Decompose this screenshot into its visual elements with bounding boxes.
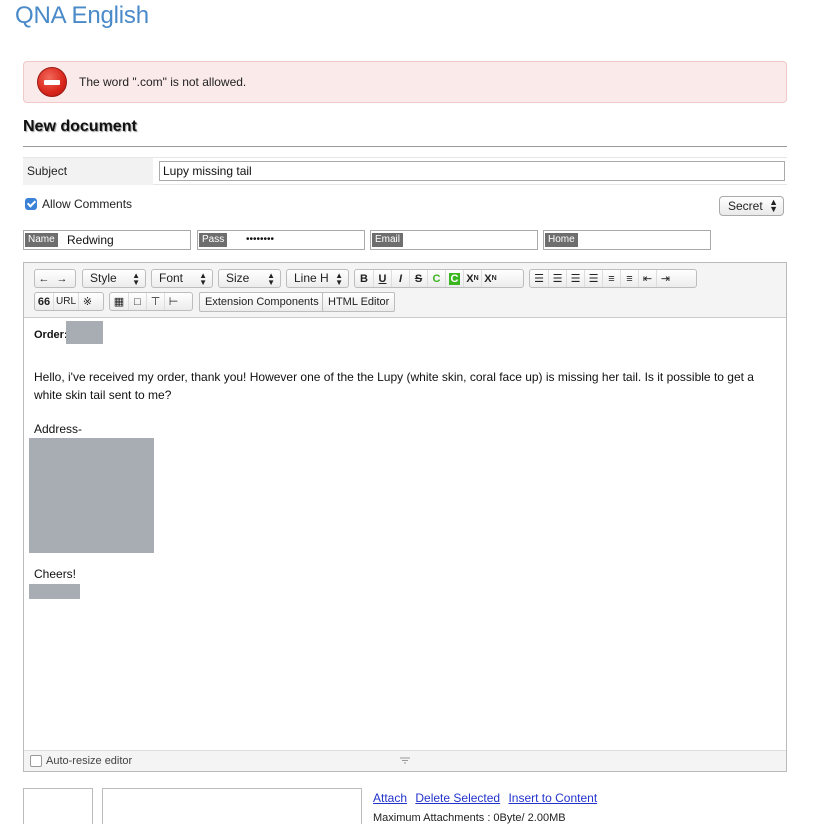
auto-resize-label: Auto-resize editor (46, 755, 133, 767)
message-paragraph: Hello, i've received my order, thank you… (34, 370, 754, 402)
error-alert: The word ".com" is not allowed. (23, 61, 787, 103)
outdent-icon[interactable]: ⇤ (638, 270, 656, 287)
insert-group: 66 URL ※ (34, 292, 104, 311)
extension-components-button[interactable]: Extension Components (199, 292, 325, 312)
editor-toolbar: ← → Style ▲ ▼ Font ▲ ▼ Size ▲ ▼ Line H ▲ ▼ B U I… (24, 263, 786, 318)
strike-button[interactable]: S (409, 270, 427, 287)
site-title[interactable]: QNA English (15, 2, 149, 30)
redacted-address (29, 438, 154, 553)
html-editor-button[interactable]: HTML Editor (322, 292, 396, 312)
attachment-list[interactable] (102, 788, 362, 824)
align-justify-icon[interactable]: ☰ (584, 270, 602, 287)
redacted-signature (29, 584, 80, 599)
superscript-button[interactable]: XN (463, 270, 481, 287)
style-select[interactable]: Style ▲ ▼ (82, 269, 146, 288)
home-tag: Home (545, 233, 578, 247)
format-group: B U I S C C XN XN (354, 269, 524, 288)
no-entry-icon (37, 67, 67, 97)
url-button[interactable]: URL (53, 293, 78, 310)
allow-comments-label: Allow Comments (42, 197, 133, 211)
email-field[interactable]: Email (370, 230, 538, 250)
password-field[interactable]: Pass •••••••• (197, 230, 365, 250)
insert-to-content-link[interactable]: Insert to Content (508, 791, 597, 805)
auto-resize-checkbox[interactable] (30, 755, 42, 767)
select-arrows-icon: ▲ ▼ (132, 271, 140, 287)
attachment-preview (23, 788, 93, 824)
page-title: New document (23, 118, 137, 135)
order-label: Order: (34, 329, 68, 341)
alert-message: The word ".com" is not allowed. (79, 75, 247, 89)
size-select[interactable]: Size ▲ ▼ (218, 269, 281, 288)
font-color-button[interactable]: C (427, 270, 445, 287)
align-right-icon[interactable]: ☰ (566, 270, 584, 287)
ordered-list-icon[interactable]: ≡ (602, 270, 620, 287)
redo-icon[interactable]: → (53, 270, 71, 287)
name-field[interactable]: Name Redwing (23, 230, 191, 250)
subject-input[interactable] (159, 161, 785, 181)
email-tag: Email (372, 233, 404, 247)
allow-comments-option[interactable]: Allow Comments (25, 197, 132, 211)
bold-button[interactable]: B (355, 270, 373, 287)
align-left-icon[interactable]: ☰ (530, 270, 548, 287)
select-arrows-icon: ▲ ▼ (199, 271, 207, 287)
resize-grip-icon[interactable] (400, 757, 410, 764)
indent-icon[interactable]: ⇥ (656, 270, 674, 287)
superscript-icon: X (466, 272, 474, 285)
quote-button[interactable]: 66 (35, 293, 53, 310)
redacted-order-number (66, 321, 103, 344)
closing-text: Cheers! (34, 567, 77, 581)
select-arrows-icon: ▲ ▼ (267, 271, 275, 287)
allow-comments-checkbox[interactable] (25, 198, 37, 210)
select-arrows-icon: ▲ ▼ (769, 197, 778, 214)
max-attachments-info: Maximum Attachments : 0Byte/ 2.00MB (373, 812, 566, 824)
font-select[interactable]: Font ▲ ▼ (151, 269, 213, 288)
rich-text-editor: ← → Style ▲ ▼ Font ▲ ▼ Size ▲ ▼ Line H ▲ ▼ B U I… (23, 262, 787, 772)
secret-select[interactable]: Secret ▲ ▼ (719, 196, 784, 216)
table-group: ▦ □ ⊤ ⊢ (109, 292, 193, 311)
name-tag: Name (25, 233, 58, 247)
pass-tag: Pass (199, 233, 228, 247)
attachment-actions: Attach Delete Selected Insert to Content (373, 791, 602, 805)
rows-icon[interactable]: ⊢ (164, 293, 182, 310)
subscript-icon: X (484, 272, 492, 285)
bg-color-icon: C (448, 272, 461, 285)
attach-link[interactable]: Attach (373, 791, 407, 805)
line-height-select[interactable]: Line H ▲ ▼ (286, 269, 349, 288)
subscript-button[interactable]: XN (481, 270, 499, 287)
align-center-icon[interactable]: ☰ (548, 270, 566, 287)
name-value: Redwing (67, 233, 114, 247)
align-list-group: ☰ ☰ ☰ ☰ ≡ ≡ ⇤ ⇥ (529, 269, 697, 288)
address-label: Address- (34, 422, 83, 436)
delete-selected-link[interactable]: Delete Selected (415, 791, 500, 805)
subject-label: Subject (23, 158, 153, 185)
undo-icon[interactable]: ← (35, 270, 53, 287)
subject-row: Subject (23, 157, 787, 185)
italic-button[interactable]: I (391, 270, 409, 287)
password-value: •••••••• (246, 234, 275, 245)
table-icon[interactable]: ▦ (110, 293, 128, 310)
secret-select-value: Secret (728, 199, 763, 213)
columns-icon[interactable]: ⊤ (146, 293, 164, 310)
font-select-label: Font (159, 271, 184, 285)
history-group: ← → (34, 269, 76, 288)
unordered-list-icon[interactable]: ≡ (620, 270, 638, 287)
bg-color-button[interactable]: C (445, 270, 463, 287)
home-field[interactable]: Home (543, 230, 711, 250)
divider (23, 146, 787, 147)
select-arrows-icon: ▲ ▼ (335, 271, 343, 287)
underline-button[interactable]: U (373, 270, 391, 287)
style-select-label: Style (90, 271, 117, 285)
editor-footer: Auto-resize editor (24, 750, 786, 771)
font-color-icon: C (432, 272, 441, 285)
size-select-label: Size (226, 271, 250, 285)
line-height-select-label: Line H (294, 271, 329, 285)
special-char-button[interactable]: ※ (78, 293, 96, 310)
box-icon[interactable]: □ (128, 293, 146, 310)
